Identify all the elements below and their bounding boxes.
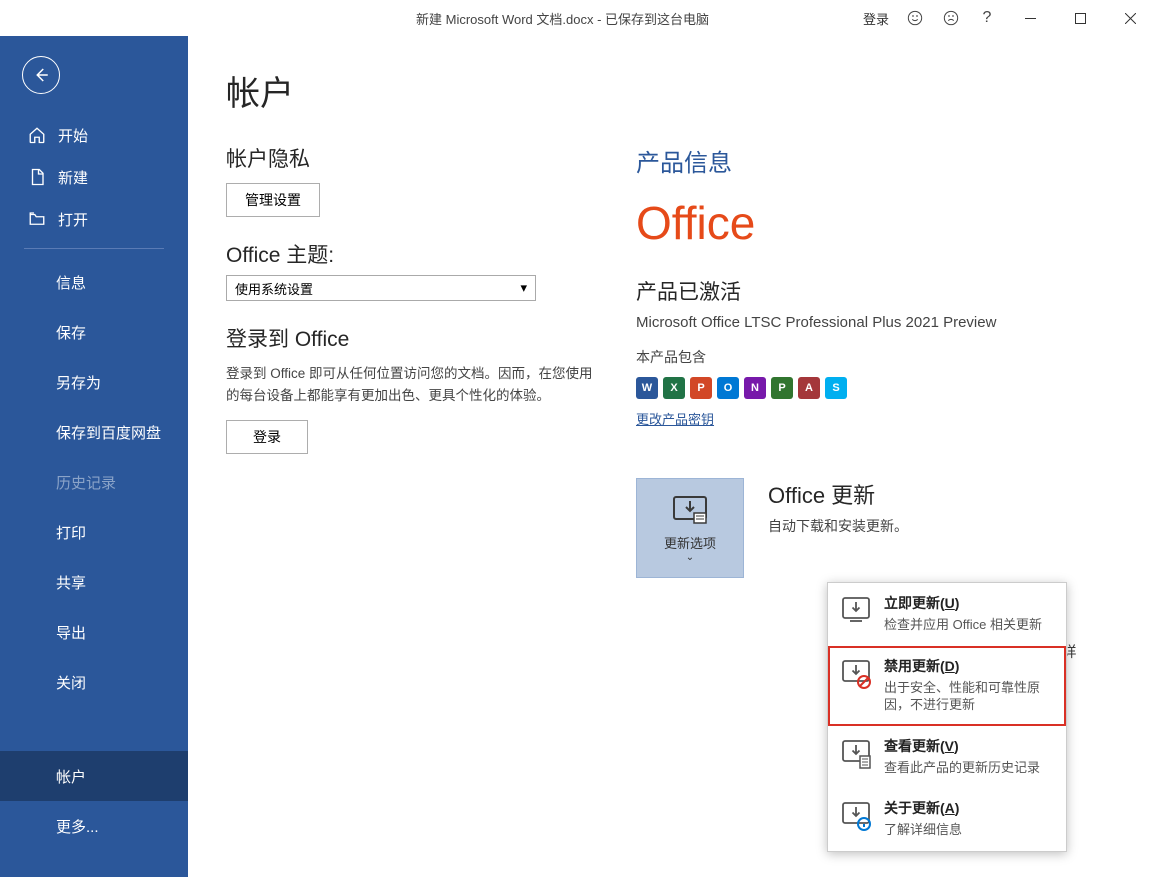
menu-item-U[interactable]: 立即更新(U) 检查并应用 Office 相关更新 — [828, 583, 1066, 646]
account-panel: 帐户 帐户隐私 管理设置 Office 主题: 使用系统设置 ▾ 登录到 Off… — [188, 36, 1161, 877]
minimize-button[interactable] — [1007, 2, 1053, 34]
page-title: 帐户 — [226, 66, 1161, 115]
office-update-desc: 自动下载和安装更新。 — [768, 516, 908, 536]
nav-更多...[interactable]: 更多... — [0, 801, 188, 851]
nav-历史记录: 历史记录 — [0, 457, 188, 507]
app-icon-S: S — [825, 377, 847, 399]
activation-status: 产品已激活 — [636, 276, 1136, 306]
nav-打印[interactable]: 打印 — [0, 507, 188, 557]
manage-settings-button[interactable]: 管理设置 — [226, 183, 320, 217]
nav-共享[interactable]: 共享 — [0, 557, 188, 607]
menu-item-V[interactable]: 查看更新(V) 查看此产品的更新历史记录 — [828, 726, 1066, 789]
update-options-button[interactable]: 更新选项 ⌄ — [636, 478, 744, 578]
privacy-heading: 帐户隐私 — [226, 143, 606, 173]
login-button[interactable]: 登录 — [226, 420, 308, 454]
menu-item-title: 禁用更新(D) — [884, 656, 1054, 676]
update-now-icon — [840, 595, 872, 627]
contains-label: 本产品包含 — [636, 347, 1136, 367]
menu-item-title: 立即更新(U) — [884, 593, 1042, 613]
backstage-sidebar: 开始新建打开 信息保存另存为保存到百度网盘历史记录打印共享导出关闭 帐户更多..… — [0, 36, 188, 877]
app-icon-N: N — [744, 377, 766, 399]
nav-导出[interactable]: 导出 — [0, 607, 188, 657]
app-icon-A: A — [798, 377, 820, 399]
chevron-down-icon: ▾ — [520, 280, 527, 296]
theme-value: 使用系统设置 — [235, 279, 313, 298]
menu-item-A[interactable]: 关于更新(A) 了解详细信息 — [828, 788, 1066, 851]
disable-icon — [840, 658, 872, 690]
maximize-button[interactable] — [1057, 2, 1103, 34]
menu-item-subtitle: 检查并应用 Office 相关更新 — [884, 616, 1042, 634]
nav-separator — [24, 248, 164, 249]
theme-label: Office 主题: — [226, 239, 606, 269]
nav-打开[interactable]: 打开 — [0, 198, 188, 240]
help-icon[interactable]: ? — [971, 2, 1003, 34]
frown-icon[interactable] — [935, 2, 967, 34]
menu-item-subtitle: 查看此产品的更新历史记录 — [884, 759, 1040, 777]
app-icon-O: O — [717, 377, 739, 399]
product-edition: Microsoft Office LTSC Professional Plus … — [636, 314, 1136, 331]
nav-信息[interactable]: 信息 — [0, 257, 188, 307]
office-logo: Office — [636, 196, 1136, 250]
nav-开始[interactable]: 开始 — [0, 114, 188, 156]
chevron-down-icon: ⌄ — [686, 552, 694, 563]
back-button[interactable] — [22, 56, 60, 94]
login-description: 登录到 Office 即可从任何位置访问您的文档。因而，在您使用的每台设备上都能… — [226, 363, 606, 406]
smile-icon[interactable] — [899, 2, 931, 34]
view-icon — [840, 738, 872, 770]
change-product-key-link[interactable]: 更改产品密钥 — [636, 409, 1136, 428]
nav-保存到百度网盘[interactable]: 保存到百度网盘 — [0, 407, 188, 457]
app-icon-X: X — [663, 377, 685, 399]
nav-帐户[interactable]: 帐户 — [0, 751, 188, 801]
theme-dropdown[interactable]: 使用系统设置 ▾ — [226, 275, 536, 301]
menu-item-subtitle: 了解详细信息 — [884, 821, 962, 839]
menu-item-subtitle: 出于安全、性能和可靠性原因，不进行更新 — [884, 679, 1054, 714]
product-info-heading: 产品信息 — [636, 143, 1136, 178]
menu-item-title: 关于更新(A) — [884, 798, 962, 818]
nav-另存为[interactable]: 另存为 — [0, 357, 188, 407]
app-icon-P: P — [771, 377, 793, 399]
office-update-heading: Office 更新 — [768, 478, 908, 510]
login-link[interactable]: 登录 — [863, 9, 889, 28]
update-options-icon — [670, 493, 710, 527]
titlebar: 新建 Microsoft Word 文档.docx - 已保存到这台电脑 登录 … — [0, 0, 1161, 36]
nav-新建[interactable]: 新建 — [0, 156, 188, 198]
nav-保存[interactable]: 保存 — [0, 307, 188, 357]
app-icon-P: P — [690, 377, 712, 399]
menu-item-title: 查看更新(V) — [884, 736, 1040, 756]
app-icons-row: WXPONPAS — [636, 377, 1136, 399]
document-title: 新建 Microsoft Word 文档.docx - 已保存到这台电脑 — [416, 9, 709, 28]
app-icon-W: W — [636, 377, 658, 399]
update-options-menu: 立即更新(U) 检查并应用 Office 相关更新 禁用更新(D) 出于安全、性… — [827, 582, 1067, 852]
menu-item-D[interactable]: 禁用更新(D) 出于安全、性能和可靠性原因，不进行更新 — [828, 646, 1066, 726]
about-icon — [840, 800, 872, 832]
update-btn-label: 更新选项 — [664, 533, 716, 552]
close-button[interactable] — [1107, 2, 1153, 34]
login-heading: 登录到 Office — [226, 323, 606, 353]
nav-关闭[interactable]: 关闭 — [0, 657, 188, 707]
